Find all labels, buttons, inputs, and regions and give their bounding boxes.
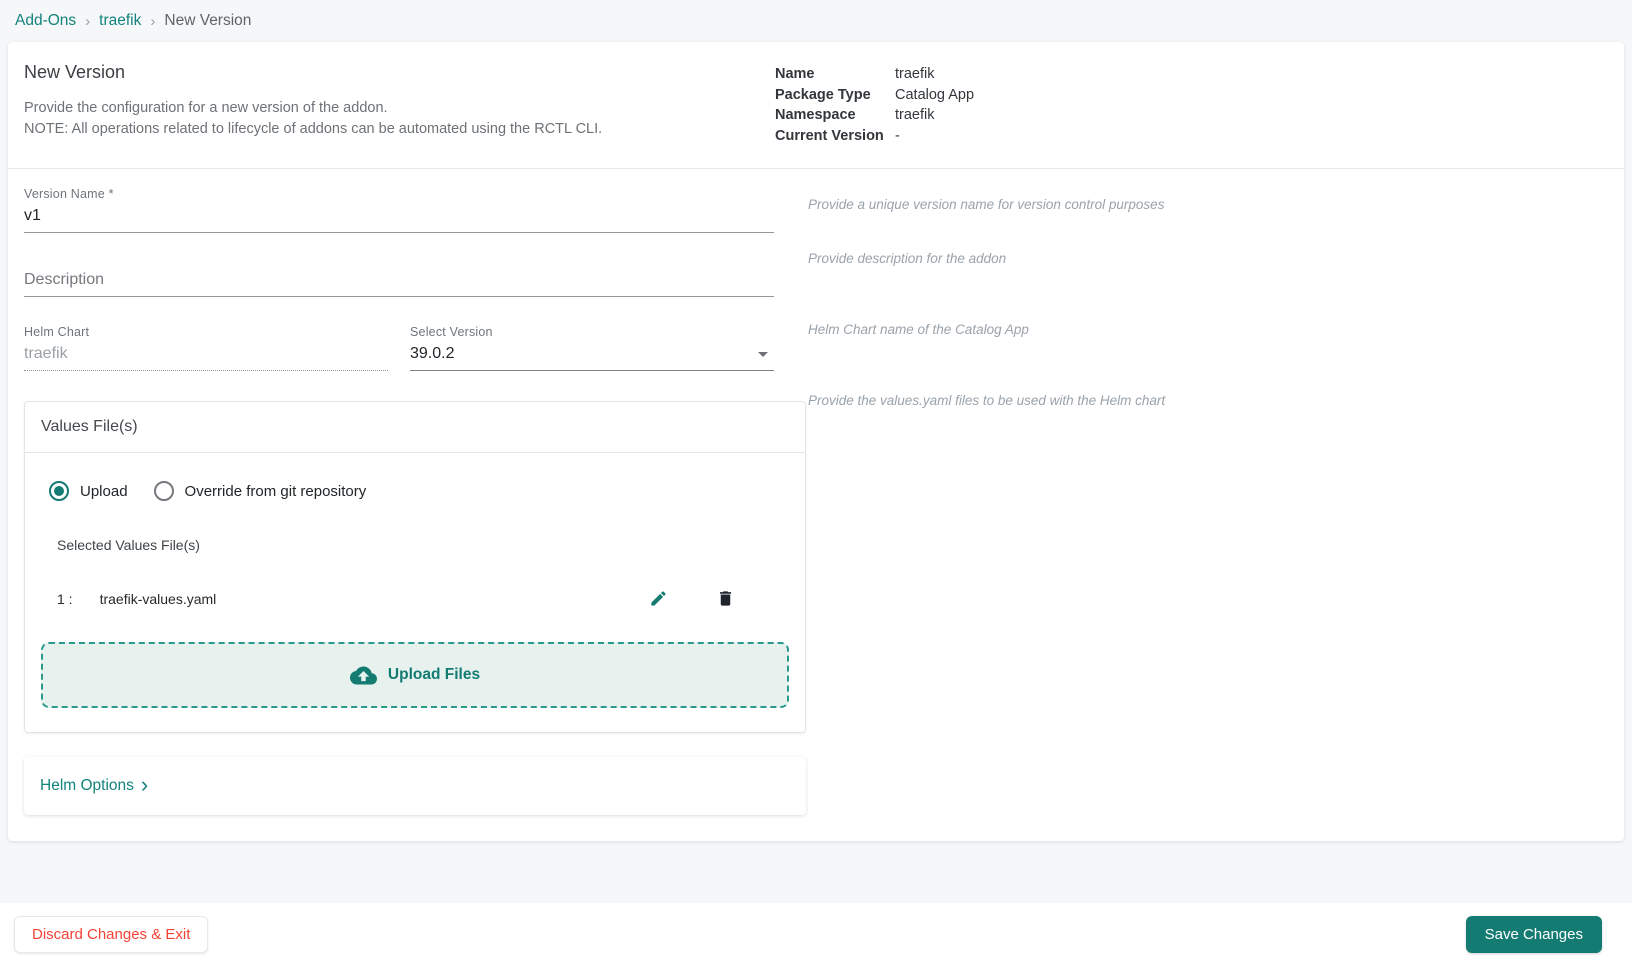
info-row-name: Name traefik bbox=[775, 64, 974, 85]
cloud-upload-icon bbox=[349, 666, 377, 684]
new-version-card: New Version Provide the configuration fo… bbox=[8, 42, 1624, 841]
radio-label: Upload bbox=[80, 482, 128, 500]
values-files-card: Values File(s) Upload Override from git … bbox=[24, 401, 806, 733]
radio-option-upload[interactable]: Upload bbox=[49, 481, 128, 501]
select-version-dropdown[interactable]: 39.0.2 bbox=[410, 339, 774, 371]
upload-files-label: Upload Files bbox=[387, 666, 481, 683]
info-label: Package Type bbox=[775, 86, 871, 103]
breadcrumb-link-addons[interactable]: Add-Ons bbox=[15, 12, 76, 30]
info-label: Current Version bbox=[775, 127, 884, 144]
delete-file-button[interactable] bbox=[714, 587, 737, 610]
new-version-form: Version Name * Helm Chart Select Version… bbox=[8, 169, 1624, 841]
card-header-left: New Version Provide the configuration fo… bbox=[24, 62, 775, 146]
breadcrumb-current-page: New Version bbox=[164, 12, 252, 29]
chart-version-row: Helm Chart Select Version 39.0.2 bbox=[24, 325, 774, 371]
file-actions bbox=[647, 587, 737, 610]
file-index: 1 : bbox=[57, 590, 73, 607]
select-version-field-group: Select Version 39.0.2 bbox=[410, 325, 774, 371]
header-description-line2: NOTE: All operations related to lifecycl… bbox=[24, 121, 603, 137]
card-header: New Version Provide the configuration fo… bbox=[8, 42, 1624, 169]
info-row-package-type: Package Type Catalog App bbox=[775, 85, 974, 106]
info-value: traefik bbox=[895, 107, 935, 123]
helm-options-card: Helm Options › bbox=[24, 757, 806, 815]
description-input[interactable] bbox=[24, 263, 774, 297]
header-description-line1: Provide the configuration for a new vers… bbox=[24, 100, 388, 116]
version-name-field-group: Version Name * bbox=[24, 187, 774, 233]
breadcrumb-link-traefik[interactable]: traefik bbox=[99, 12, 141, 30]
save-changes-button[interactable]: Save Changes bbox=[1465, 916, 1602, 953]
values-files-title: Values File(s) bbox=[25, 402, 805, 453]
helm-chart-field-group: Helm Chart bbox=[24, 325, 388, 371]
info-value: Catalog App bbox=[895, 86, 975, 103]
info-value: traefik bbox=[895, 66, 935, 82]
selected-values-files-label: Selected Values File(s) bbox=[57, 537, 200, 553]
info-row-namespace: Namespace traefik bbox=[775, 105, 974, 126]
radio-unselected-icon[interactable] bbox=[153, 481, 174, 501]
radio-option-override-git[interactable]: Override from git repository bbox=[153, 481, 367, 501]
addon-info-panel: Name traefik Package Type Catalog App Na… bbox=[775, 62, 974, 146]
select-version-label: Select Version bbox=[410, 325, 493, 339]
version-name-label: Version Name * bbox=[24, 187, 114, 201]
version-name-helper-text: Provide a unique version name for versio… bbox=[808, 197, 1165, 212]
chevron-right-icon: › bbox=[140, 771, 149, 797]
select-version-value: 39.0.2 bbox=[410, 345, 455, 362]
upload-files-dropzone[interactable]: Upload Files bbox=[41, 642, 789, 708]
info-row-current-version: Current Version - bbox=[775, 126, 974, 147]
helm-options-label: Helm Options bbox=[40, 777, 134, 794]
values-files-body: Upload Override from git repository Sele… bbox=[25, 453, 805, 732]
edit-pencil-icon bbox=[651, 591, 666, 606]
helm-options-link[interactable]: Helm Options › bbox=[40, 771, 149, 797]
radio-selected-icon[interactable] bbox=[49, 481, 69, 501]
breadcrumb: Add-Ons › traefik › New Version bbox=[0, 0, 1632, 42]
helm-chart-helper-text: Helm Chart name of the Catalog App bbox=[808, 322, 1029, 337]
values-file-row: 1 : traefik-values.yaml bbox=[57, 587, 789, 610]
page-title: New Version bbox=[24, 62, 126, 82]
description-helper-text: Provide description for the addon bbox=[808, 251, 1007, 266]
breadcrumb-separator-icon: › bbox=[150, 12, 156, 30]
edit-file-button[interactable] bbox=[647, 587, 670, 610]
discard-changes-button[interactable]: Discard Changes & Exit bbox=[14, 916, 209, 953]
form-left-column: Version Name * Helm Chart Select Version… bbox=[24, 187, 806, 815]
description-field-group bbox=[24, 263, 774, 297]
file-name: traefik-values.yaml bbox=[99, 590, 217, 607]
version-name-input[interactable] bbox=[24, 201, 774, 233]
info-value: - bbox=[895, 127, 900, 144]
values-files-helper-text: Provide the values.yaml files to be used… bbox=[808, 393, 1166, 408]
values-source-radio-group: Upload Override from git repository bbox=[49, 481, 789, 501]
delete-trash-icon bbox=[719, 591, 732, 606]
helm-chart-label: Helm Chart bbox=[24, 325, 90, 339]
info-label: Namespace bbox=[775, 107, 856, 123]
radio-label: Override from git repository bbox=[184, 482, 367, 500]
helm-chart-input bbox=[24, 339, 388, 371]
chevron-down-icon bbox=[758, 351, 768, 357]
breadcrumb-separator-icon: › bbox=[85, 12, 91, 30]
info-label: Name bbox=[775, 66, 815, 82]
action-footer: Discard Changes & Exit Save Changes bbox=[0, 903, 1632, 970]
